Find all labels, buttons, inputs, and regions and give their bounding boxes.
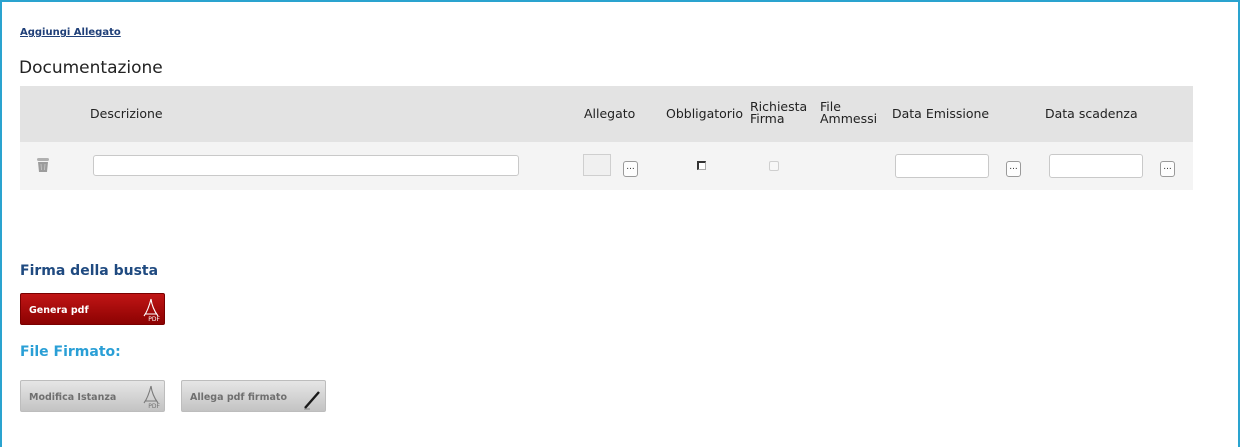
- header-file-ammessi: File Ammessi: [820, 100, 878, 126]
- header-obbligatorio: Obbligatorio: [666, 106, 744, 121]
- firma-section-title: Firma della busta: [20, 263, 159, 279]
- attachment-field[interactable]: [583, 154, 611, 176]
- modifica-istanza-label: Modifica Istanza: [29, 392, 117, 403]
- richiesta-firma-checkbox[interactable]: [769, 161, 779, 171]
- genera-pdf-button[interactable]: Genera pdf PDF: [20, 293, 165, 325]
- header-data-emissione: Data Emissione: [892, 106, 990, 121]
- header-descrizione: Descrizione: [90, 106, 163, 121]
- header-richiesta-firma: Richiesta Firma: [750, 100, 807, 126]
- header-allegato: Allegato: [584, 106, 636, 121]
- section-title: Documentazione: [19, 58, 163, 78]
- documents-table: Descrizione Allegato Obbligatorio Richie…: [20, 86, 1193, 190]
- table-row: ... ... ...: [20, 142, 1193, 190]
- file-firmato-title: File Firmato:: [20, 344, 121, 360]
- allega-pdf-firmato-label: Allega pdf firmato: [190, 392, 287, 403]
- header-richiesta-line2: Firma: [750, 111, 785, 126]
- data-scadenza-input[interactable]: [1049, 154, 1143, 178]
- pdf-caption: PDF: [148, 403, 160, 410]
- data-emissione-input[interactable]: [895, 154, 989, 178]
- page-frame-right-edge: [1238, 0, 1240, 447]
- trash-icon[interactable]: [36, 157, 50, 173]
- attachment-browse-button[interactable]: ...: [623, 161, 638, 177]
- data-emissione-picker-button[interactable]: ...: [1006, 161, 1021, 177]
- genera-pdf-label: Genera pdf: [29, 305, 89, 316]
- obbligatorio-checkbox[interactable]: [697, 161, 706, 170]
- pdf-caption: PDF: [148, 316, 160, 323]
- table-header: Descrizione Allegato Obbligatorio Richie…: [20, 86, 1193, 142]
- description-input[interactable]: [93, 155, 519, 176]
- pen-icon: [304, 391, 320, 410]
- modifica-istanza-button[interactable]: Modifica Istanza PDF: [20, 380, 165, 412]
- header-data-scadenza: Data scadenza: [1045, 106, 1138, 121]
- data-scadenza-picker-button[interactable]: ...: [1160, 161, 1175, 177]
- add-attachment-link[interactable]: Aggiungi Allegato: [20, 27, 121, 38]
- header-file-line2: Ammessi: [820, 111, 878, 126]
- allega-pdf-firmato-button[interactable]: Allega pdf firmato: [181, 380, 326, 412]
